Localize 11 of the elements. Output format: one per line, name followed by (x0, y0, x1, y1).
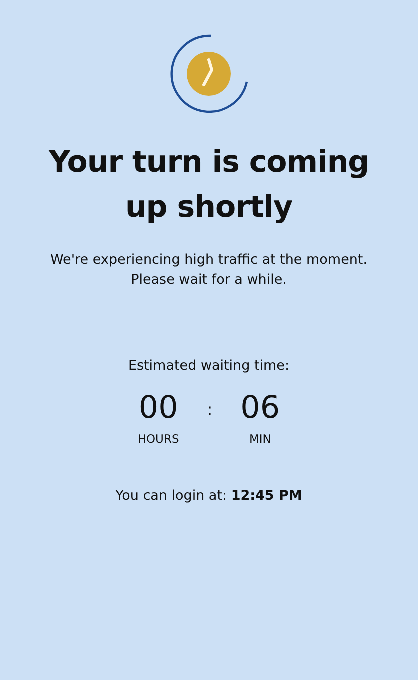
time-value: 06 (240, 389, 280, 428)
message-text: We're experiencing high traffic at the moment. (50, 251, 368, 270)
estimate-label: Estimated waiting time: (128, 358, 290, 374)
time-unit-label: MIN (249, 432, 272, 446)
time-value: 00 (138, 389, 178, 428)
time-unit-label: HOURS (138, 432, 180, 446)
login-time-text: You can login at: 12:45 PM (116, 488, 302, 504)
time-separator: : (207, 400, 213, 419)
page-title: Your turn is coming up shortly (48, 144, 370, 227)
clock-icon (169, 34, 249, 114)
message-text: Please wait for a while. (130, 271, 288, 290)
